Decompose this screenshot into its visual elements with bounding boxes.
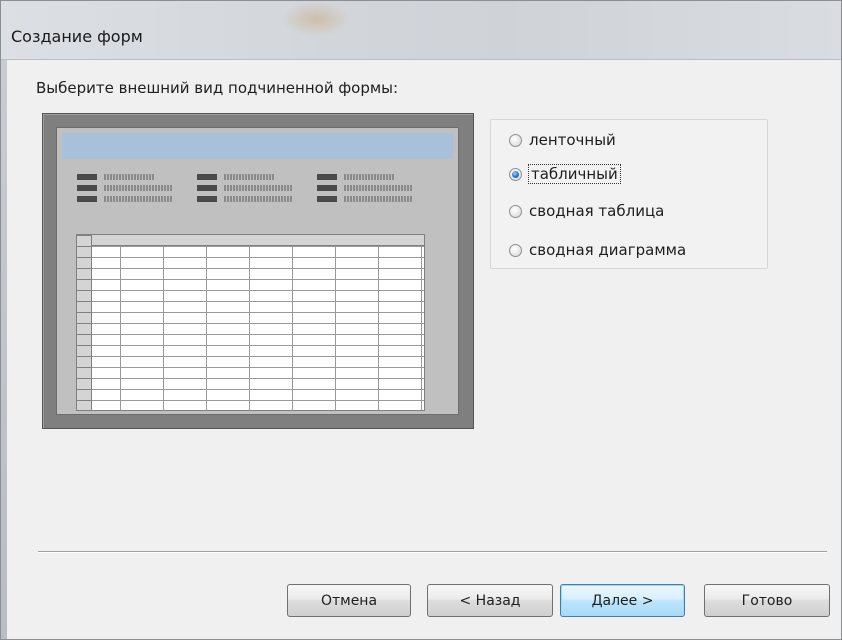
wizard-prompt: Выберите внешний вид подчиненной формы: (36, 79, 399, 97)
form-wizard-dialog: Создание форм Выберите внешний вид подчи… (0, 0, 842, 640)
radio-icon[interactable] (509, 133, 522, 147)
preview-field-block (77, 173, 447, 213)
radio-selected-icon[interactable] (509, 167, 522, 181)
option-datasheet[interactable]: табличный (509, 163, 621, 185)
preview-grid-header (77, 235, 424, 246)
cancel-button[interactable]: Отмена (287, 584, 411, 617)
window-title: Создание форм (11, 27, 143, 46)
option-pivot-chart[interactable]: сводная диаграмма (509, 239, 686, 261)
title-bar[interactable]: Создание форм (1, 1, 841, 60)
option-label: сводная таблица (529, 202, 665, 220)
option-pivot-table[interactable]: сводная таблица (509, 200, 664, 222)
title-bar-glow (281, 1, 351, 37)
preview-datasheet-grid (76, 234, 425, 411)
back-button[interactable]: < Назад (427, 584, 553, 617)
radio-icon[interactable] (509, 204, 522, 218)
finish-button[interactable]: Готово (704, 584, 830, 617)
preview-form-header (62, 133, 453, 159)
button-separator (38, 551, 827, 553)
next-button[interactable]: Далее > (560, 584, 685, 617)
layout-preview (42, 113, 474, 429)
radio-icon[interactable] (509, 243, 522, 257)
option-label: табличный (528, 164, 621, 184)
option-tabular-form[interactable]: ленточный (509, 129, 616, 151)
option-label: ленточный (529, 131, 616, 149)
preview-grid-row-selectors (77, 235, 92, 410)
layout-options-group: ленточный табличный сводная таблица свод… (490, 119, 768, 269)
preview-form (56, 127, 459, 415)
option-label: сводная диаграмма (529, 241, 687, 259)
